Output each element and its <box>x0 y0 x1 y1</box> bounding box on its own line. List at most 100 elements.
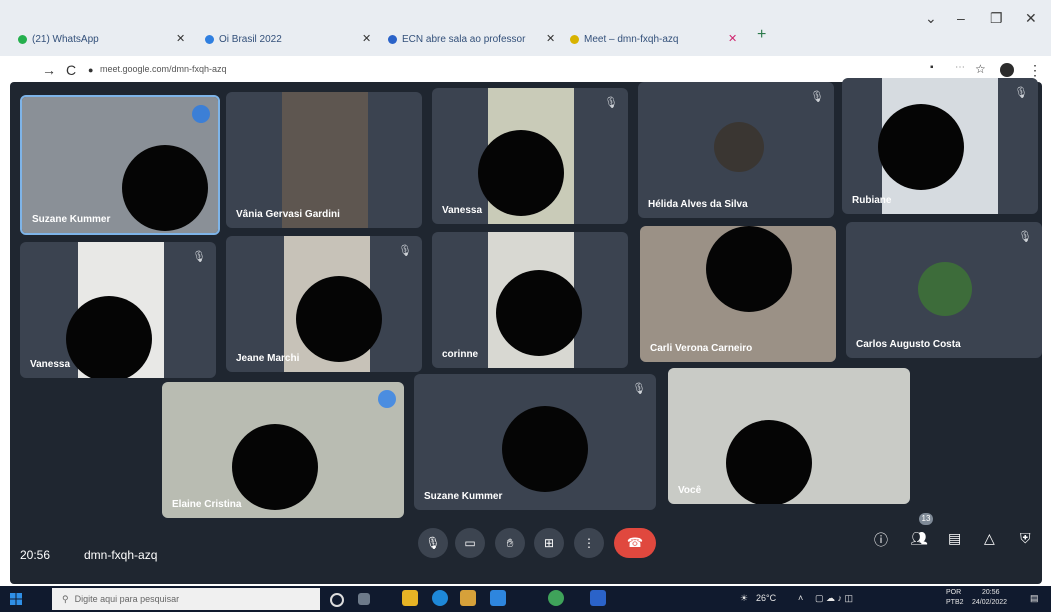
participant-name: Vânia Gervasi Gardini <box>236 209 340 220</box>
redaction-mark <box>478 130 564 216</box>
muted-mic-icon: 🎙︎ <box>810 91 824 103</box>
microphone-icon: 🎙︎ <box>425 536 441 550</box>
participant-tile[interactable]: Vânia Gervasi Gardini <box>226 92 422 228</box>
participant-tile[interactable]: 🎙︎ Carlos Augusto Costa <box>846 222 1042 358</box>
redaction-mark <box>296 276 382 362</box>
present-screen-button[interactable]: ⊞ <box>534 528 564 558</box>
redaction-mark <box>496 270 582 356</box>
muted-mic-icon: 🎙︎ <box>398 245 412 257</box>
participant-tile[interactable]: Carli Verona Carneiro <box>640 226 836 362</box>
leave-call-button[interactable]: ☎︎ <box>614 528 656 558</box>
participant-tile[interactable]: Elaine Cristina <box>162 382 404 518</box>
hand-icon: ✋︎ <box>506 535 514 550</box>
url-field[interactable]: meet.google.com/dmn-fxqh-azq <box>100 64 227 74</box>
present-icon: ⊞ <box>543 536 555 550</box>
meeting-details-icon[interactable]: ⓘ <box>874 530 888 550</box>
store-icon[interactable] <box>460 590 476 606</box>
profile-avatar[interactable] <box>1000 63 1014 77</box>
participant-tile[interactable]: corinne <box>432 232 628 368</box>
participant-name: Carlos Augusto Costa <box>856 339 961 350</box>
close-tab-icon[interactable]: ✕ <box>728 32 737 45</box>
windows-start-icon[interactable] <box>10 593 22 605</box>
tab-meet[interactable]: Meet – dmn-fxqh-azq <box>570 28 700 50</box>
participant-tile[interactable]: 🎙︎ Vanessa <box>432 88 628 224</box>
muted-mic-icon: 🎙︎ <box>1018 231 1032 243</box>
close-tab-icon[interactable]: ✕ <box>176 32 185 45</box>
mail-icon <box>388 34 397 44</box>
self-name: Você <box>678 485 702 496</box>
camera-icon: ▭ <box>464 536 476 550</box>
tab-oi-brasil[interactable]: Oi Brasil 2022 <box>205 28 355 50</box>
mail-app-icon[interactable] <box>490 590 506 606</box>
maximize-button[interactable]: ❐ <box>990 10 1003 27</box>
participant-photo <box>918 262 972 316</box>
weather-temp[interactable]: 26°C <box>756 593 776 603</box>
chat-icon[interactable]: ▤ <box>948 530 961 547</box>
tab-label: Oi Brasil 2022 <box>219 33 282 45</box>
chrome-icon[interactable] <box>548 590 564 606</box>
browser-menu-icon[interactable]: ⋮ <box>1028 62 1042 79</box>
speaking-indicator-icon <box>192 105 210 123</box>
participant-tile[interactable]: 🎙︎ Rubiane <box>842 78 1038 214</box>
edge-icon[interactable] <box>432 590 448 606</box>
taskbar-search-box[interactable]: ⚲ Digite aqui para pesquisar <box>52 588 320 610</box>
redaction-mark <box>878 104 964 190</box>
redaction-mark <box>122 145 208 231</box>
task-view-icon[interactable] <box>358 593 370 605</box>
microphone-button[interactable]: 🎙︎ <box>418 528 448 558</box>
language-indicator[interactable]: POR <box>946 589 961 596</box>
participant-tile[interactable]: 🎙︎ Jeane Marchi <box>226 236 422 372</box>
browser-tab-strip: (21) WhatsApp ✕ Oi Brasil 2022 ✕ ECN abr… <box>0 0 1051 56</box>
tab-whatsapp[interactable]: (21) WhatsApp <box>18 28 168 50</box>
notification-icon[interactable]: ▤ <box>1030 593 1039 604</box>
close-tab-icon[interactable]: ✕ <box>362 32 371 45</box>
word-icon[interactable] <box>590 590 606 606</box>
file-explorer-icon[interactable] <box>402 590 418 606</box>
back-icon[interactable]: → <box>42 62 56 78</box>
reload-icon[interactable]: C <box>66 62 76 78</box>
tab-ecn[interactable]: ECN abre sala ao professor <box>388 28 538 50</box>
more-options-button[interactable]: ⋮ <box>574 528 604 558</box>
redaction-mark <box>726 420 812 504</box>
people-icon[interactable]: 👥︎ <box>910 530 928 547</box>
minimize-button[interactable]: – <box>957 10 965 26</box>
host-controls-icon[interactable]: ⛨ <box>1020 530 1031 547</box>
camera-button[interactable]: ▭ <box>455 528 485 558</box>
redaction-mark <box>706 226 792 312</box>
activities-icon[interactable]: △ <box>984 530 995 547</box>
camera-permission-icon[interactable]: ▪ <box>930 62 934 73</box>
participant-name: Elaine Cristina <box>172 499 242 510</box>
participant-name: corinne <box>442 349 479 360</box>
participant-name: Vanessa <box>30 359 71 370</box>
muted-mic-icon: 🎙︎ <box>1014 87 1028 99</box>
muted-mic-icon: 🎙︎ <box>604 97 618 109</box>
raise-hand-button[interactable]: ✋︎ <box>495 528 525 558</box>
close-window-button[interactable]: ✕ <box>1025 10 1037 27</box>
meet-icon <box>570 34 579 44</box>
participant-photo <box>714 122 764 172</box>
taskbar-time[interactable]: 20:56 <box>982 589 1000 596</box>
people-count-badge: 13 <box>919 513 933 525</box>
cortana-icon[interactable] <box>330 593 344 607</box>
tray-chevron-icon[interactable]: ˄ <box>798 593 803 603</box>
participant-name: Carli Verona Carneiro <box>650 343 753 354</box>
taskbar-date[interactable]: 24/02/2022 <box>972 599 1007 606</box>
self-view-tile[interactable]: Você <box>668 368 910 504</box>
close-tab-icon[interactable]: ✕ <box>546 32 555 45</box>
tab-label: Meet – dmn-fxqh-azq <box>584 33 679 45</box>
new-tab-button[interactable]: + <box>757 26 766 44</box>
share-icon[interactable]: ⋯ <box>955 62 965 73</box>
participant-tile[interactable]: 🎙︎ Suzane Kummer <box>414 374 656 510</box>
system-tray-icons[interactable]: ▢ ☁ ♪ ◫ <box>815 593 853 604</box>
participant-name: Suzane Kummer <box>32 214 111 225</box>
tab-search-icon[interactable]: ⌄ <box>925 10 937 27</box>
participant-name: Jeane Marchi <box>236 353 300 364</box>
whatsapp-icon <box>18 34 27 44</box>
meeting-clock: 20:56 <box>20 548 51 562</box>
participant-tile[interactable]: 🎙︎ Hélida Alves da Silva <box>638 82 834 218</box>
participant-tile[interactable]: 🎙︎ Vanessa <box>20 242 216 378</box>
redaction-mark <box>502 406 588 492</box>
participant-tile[interactable]: Suzane Kummer <box>20 95 220 235</box>
speaking-indicator-icon <box>378 390 396 408</box>
bookmark-star-icon[interactable]: ☆ <box>975 62 986 76</box>
